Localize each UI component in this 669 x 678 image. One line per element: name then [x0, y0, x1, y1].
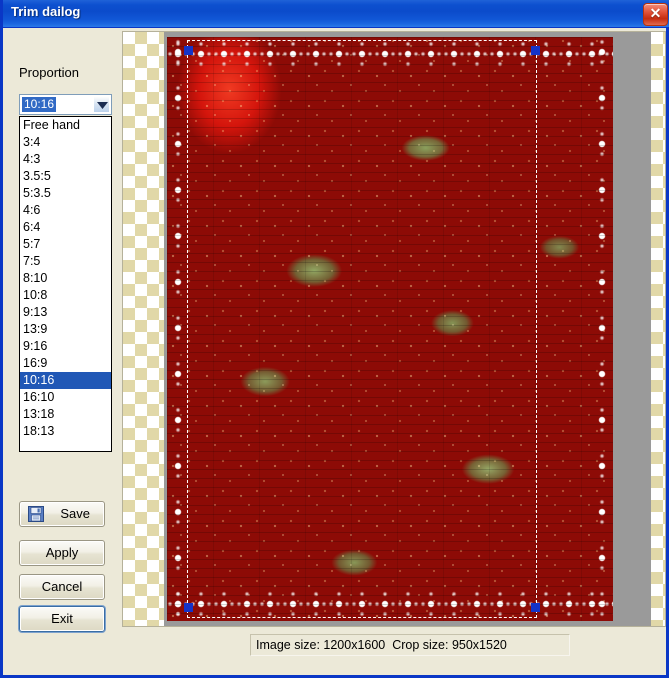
proportion-listbox[interactable]: Free hand 3:4 4:3 3.5:5 5:3.5 4:6 6:4 5:7 7:5 8:1… [19, 116, 112, 452]
crop-handle-top-left[interactable] [184, 46, 193, 55]
list-item[interactable]: 10:8 [20, 287, 111, 304]
crop-handle-bottom-right[interactable] [531, 603, 540, 612]
list-item[interactable]: 5:7 [20, 236, 111, 253]
list-item[interactable]: 4:3 [20, 151, 111, 168]
save-button[interactable]: Save [19, 501, 105, 527]
list-item[interactable]: 3.5:5 [20, 168, 111, 185]
crop-selection-rectangle[interactable] [184, 40, 540, 618]
list-item[interactable]: 4:6 [20, 202, 111, 219]
close-icon: ✕ [649, 5, 662, 21]
proportion-combo[interactable]: 10:16 [19, 94, 112, 115]
close-button[interactable]: ✕ [643, 3, 668, 26]
list-item[interactable]: 13:9 [20, 321, 111, 338]
trim-dialog-window: Trim dailog ✕ Proportion 10:16 Free hand… [0, 0, 669, 678]
title-bar: Trim dailog ✕ [3, 0, 669, 28]
list-item[interactable]: 8:10 [20, 270, 111, 287]
proportion-label: Proportion [19, 65, 79, 80]
cancel-button[interactable]: Cancel [19, 574, 105, 600]
chevron-down-icon[interactable] [93, 96, 110, 113]
proportion-combo-value: 10:16 [22, 97, 57, 112]
list-item[interactable]: 16:10 [20, 389, 111, 406]
list-item[interactable]: 5:3.5 [20, 185, 111, 202]
crop-handle-top-right[interactable] [531, 46, 540, 55]
image-preview-area[interactable] [122, 31, 666, 627]
list-item[interactable]: 16:9 [20, 355, 111, 372]
status-text: Image size: 1200x1600 Crop size: 950x152… [256, 638, 507, 652]
list-item[interactable]: 3:4 [20, 134, 111, 151]
chevron-down-glyph [97, 102, 108, 109]
list-item[interactable]: 9:13 [20, 304, 111, 321]
apply-button[interactable]: Apply [19, 540, 105, 566]
crop-handle-bottom-left[interactable] [184, 603, 193, 612]
list-item[interactable]: 18:13 [20, 423, 111, 440]
list-item[interactable]: Free hand [20, 117, 111, 134]
list-item[interactable]: 13:18 [20, 406, 111, 423]
list-item[interactable]: 9:16 [20, 338, 111, 355]
save-button-label: Save [60, 506, 90, 521]
list-item[interactable]: 10:16 [20, 372, 111, 389]
controls-panel: Proportion 10:16 Free hand 3:4 4:3 3.5:5 5:3… [3, 28, 122, 675]
window-title: Trim dailog [11, 4, 81, 19]
apply-button-label: Apply [45, 545, 79, 560]
status-bar: Image size: 1200x1600 Crop size: 950x152… [250, 634, 570, 656]
cancel-button-label: Cancel [41, 579, 83, 594]
list-item[interactable]: 7:5 [20, 253, 111, 270]
list-item[interactable]: 6:4 [20, 219, 111, 236]
exit-button[interactable]: Exit [19, 606, 105, 632]
exit-button-label: Exit [51, 611, 73, 626]
